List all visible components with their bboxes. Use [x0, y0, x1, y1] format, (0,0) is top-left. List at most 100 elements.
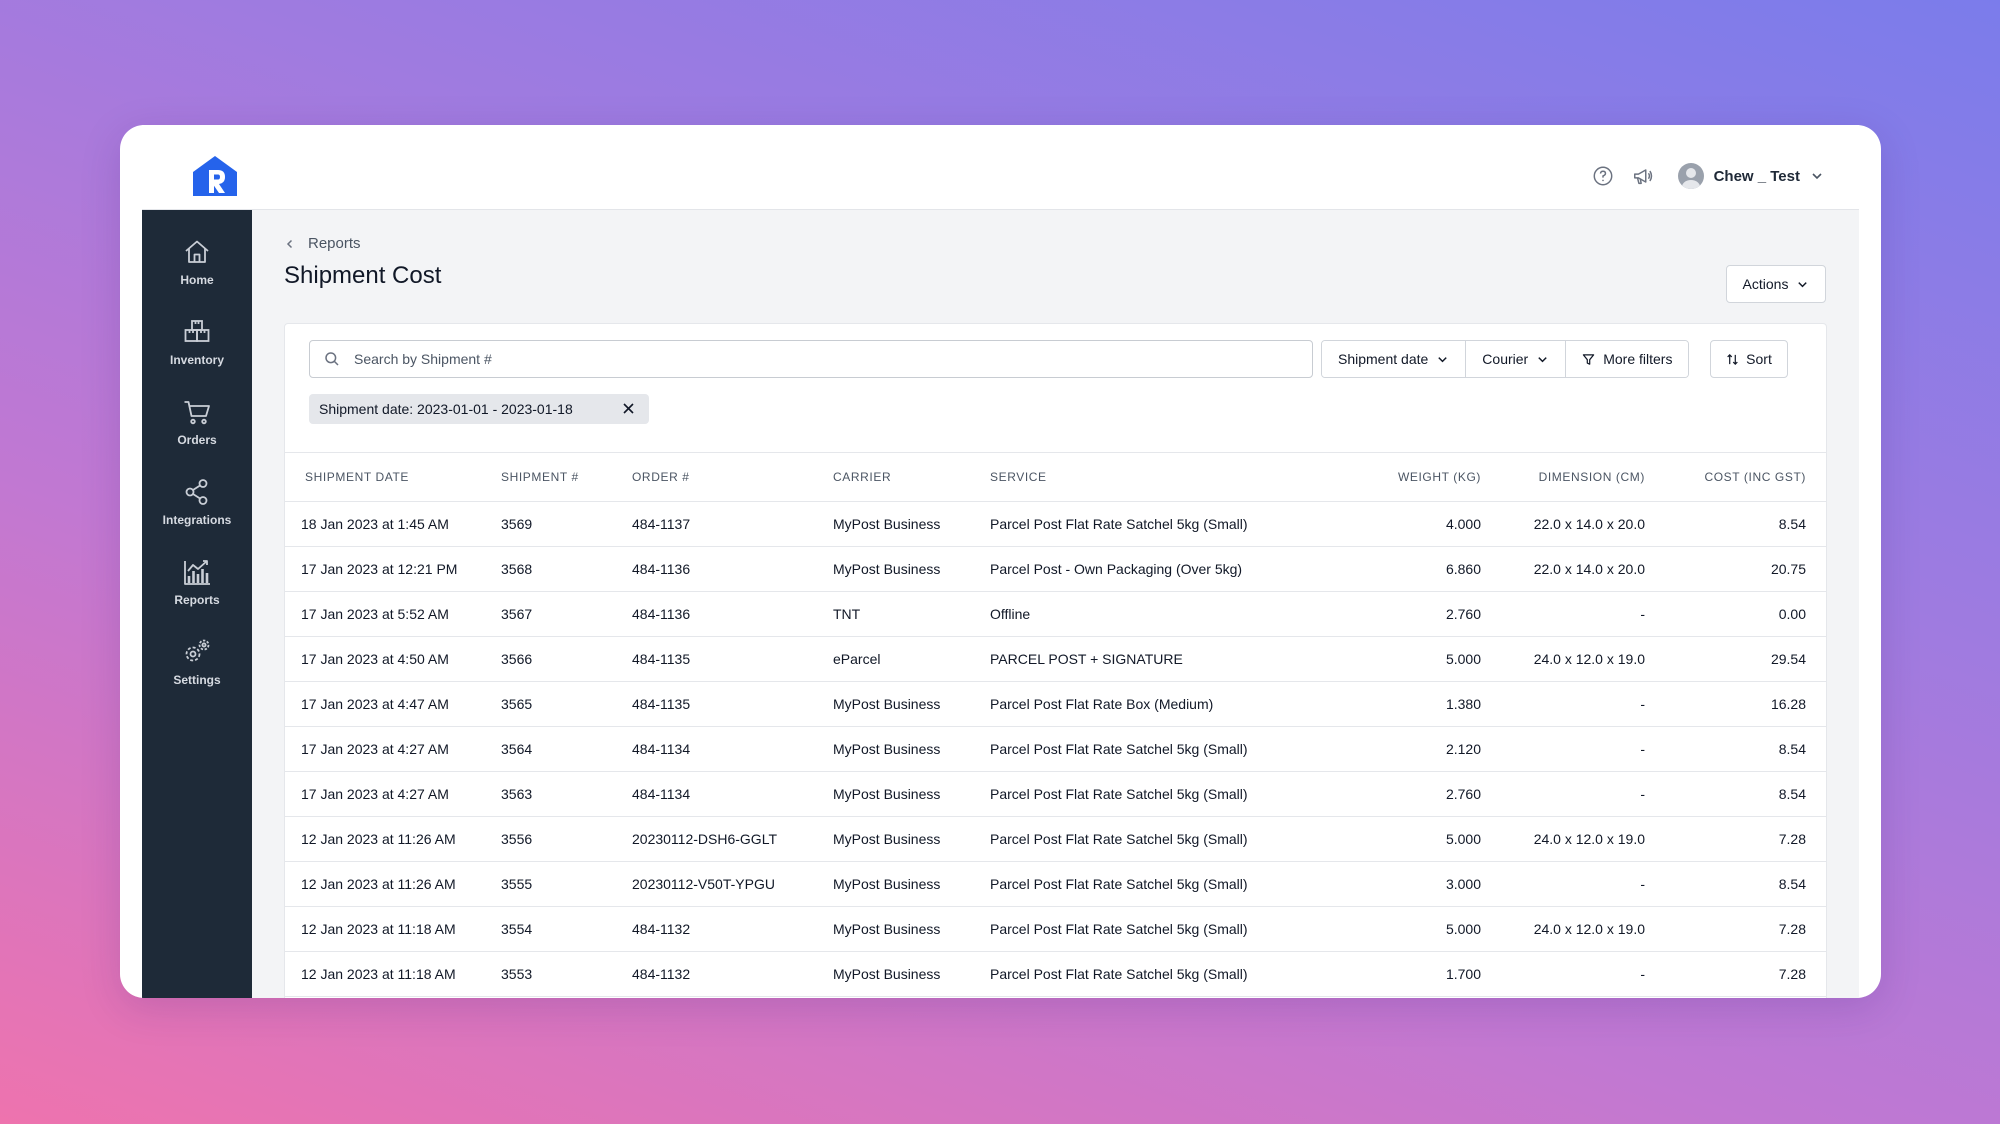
cell-carrier: MyPost Business: [833, 816, 990, 862]
sidebar-item-label: Settings: [173, 673, 221, 687]
table-row[interactable]: 12 Jan 2023 at 11:26 AM 3556 20230112-DSH6…: [285, 816, 1826, 862]
cell-carrier: MyPost Business: [833, 951, 990, 997]
shipment-table: SHIPMENT DATE SHIPMENT # ORDER # CARRIER…: [285, 452, 1826, 997]
column-header-service[interactable]: SERVICE: [990, 453, 1347, 502]
sort-button[interactable]: Sort: [1710, 340, 1788, 378]
sidebar-item-label: Reports: [174, 593, 220, 607]
sidebar: Home Inventory Orders Integrations Repor…: [142, 210, 252, 998]
more-filters-button[interactable]: More filters: [1566, 341, 1689, 377]
cell-shipment-date: 18 Jan 2023 at 1:45 AM: [285, 501, 501, 547]
courier-filter-label: Courier: [1482, 351, 1529, 367]
table-row[interactable]: 17 Jan 2023 at 12:21 PM 3568 484-1136 MyPos…: [285, 546, 1826, 592]
cell-cost: 29.54: [1645, 636, 1826, 682]
column-header-shipment-date[interactable]: SHIPMENT DATE: [285, 453, 501, 502]
cell-dimension: -: [1481, 726, 1645, 772]
cell-shipment-date: 17 Jan 2023 at 4:47 AM: [285, 681, 501, 727]
help-icon[interactable]: [1592, 165, 1614, 187]
courier-filter-button[interactable]: Courier: [1466, 341, 1567, 377]
cell-cost: 7.28: [1645, 816, 1826, 862]
cell-shipment-date: 17 Jan 2023 at 4:27 AM: [285, 726, 501, 772]
table-row[interactable]: 17 Jan 2023 at 4:47 AM 3565 484-1135 MyPost…: [285, 681, 1826, 727]
sort-arrows-icon: [1727, 353, 1738, 365]
announcements-megaphone-icon[interactable]: [1632, 165, 1654, 187]
cell-weight: 2.120: [1347, 726, 1481, 772]
cell-service: Parcel Post Flat Rate Satchel 5kg (Small…: [990, 726, 1347, 772]
table-row[interactable]: 12 Jan 2023 at 11:18 AM 3553 484-1132 MyPos…: [285, 951, 1826, 997]
cell-carrier: MyPost Business: [833, 861, 990, 907]
cell-shipment-number: 3564: [501, 726, 632, 772]
sidebar-item-reports[interactable]: Reports: [142, 557, 252, 623]
table-row[interactable]: 18 Jan 2023 at 1:45 AM 3569 484-1137 MyPost…: [285, 501, 1826, 547]
cell-carrier: MyPost Business: [833, 726, 990, 772]
cell-dimension: 24.0 x 12.0 x 19.0: [1481, 816, 1645, 862]
cell-service: Parcel Post Flat Rate Satchel 5kg (Small…: [990, 906, 1347, 952]
cell-order-number: 484-1134: [632, 771, 833, 817]
cell-cost: 8.54: [1645, 861, 1826, 907]
share-icon: [185, 479, 208, 505]
gears-icon: [185, 639, 210, 662]
user-silhouette-icon: [1681, 168, 1700, 189]
cell-carrier: MyPost Business: [833, 771, 990, 817]
cell-dimension: 24.0 x 12.0 x 19.0: [1481, 636, 1645, 682]
cell-service: Parcel Post Flat Rate Satchel 5kg (Small…: [990, 951, 1347, 997]
column-header-carrier[interactable]: CARRIER: [833, 453, 990, 502]
breadcrumb-link-reports[interactable]: Reports: [308, 235, 361, 252]
cell-weight: 1.380: [1347, 681, 1481, 727]
sidebar-item-orders[interactable]: Orders: [142, 397, 252, 463]
column-header-weight[interactable]: WEIGHT (KG): [1347, 453, 1481, 502]
breadcrumb[interactable]: Reports: [284, 235, 361, 252]
column-header-dimension[interactable]: DIMENSION (CM): [1481, 453, 1645, 502]
sidebar-item-integrations[interactable]: Integrations: [142, 477, 252, 543]
cell-dimension: -: [1481, 861, 1645, 907]
cell-weight: 1.700: [1347, 951, 1481, 997]
actions-button[interactable]: Actions: [1726, 265, 1826, 303]
cell-cost: 8.54: [1645, 771, 1826, 817]
sidebar-item-label: Orders: [177, 433, 217, 447]
cell-dimension: 22.0 x 14.0 x 20.0: [1481, 546, 1645, 592]
column-header-cost[interactable]: COST (INC GST): [1645, 453, 1826, 502]
cell-order-number: 484-1136: [632, 546, 833, 592]
more-filters-label: More filters: [1603, 351, 1673, 367]
cell-service: PARCEL POST + SIGNATURE: [990, 636, 1347, 682]
shipment-date-filter-button[interactable]: Shipment date: [1322, 341, 1467, 377]
cell-shipment-date: 12 Jan 2023 at 11:26 AM: [285, 816, 501, 862]
cell-order-number: 484-1136: [632, 591, 833, 637]
cell-order-number: 20230112-DSH6-GGLT: [632, 816, 833, 862]
cell-carrier: MyPost Business: [833, 501, 990, 547]
sort-label: Sort: [1746, 351, 1772, 367]
search-box[interactable]: [309, 340, 1313, 378]
cell-shipment-number: 3566: [501, 636, 632, 682]
search-input[interactable]: [352, 350, 1256, 368]
table-row[interactable]: 17 Jan 2023 at 5:52 AM 3567 484-1136 TNT Off…: [285, 591, 1826, 637]
user-menu[interactable]: Chew _ Test: [1677, 163, 1824, 189]
sidebar-item-inventory[interactable]: Inventory: [142, 317, 252, 383]
sidebar-item-settings[interactable]: Settings: [142, 637, 252, 703]
chevron-down-icon: [1812, 173, 1822, 180]
cell-shipment-number: 3554: [501, 906, 632, 952]
cell-weight: 3.000: [1347, 861, 1481, 907]
cell-shipment-date: 17 Jan 2023 at 5:52 AM: [285, 591, 501, 637]
cell-cost: 7.28: [1645, 906, 1826, 952]
filter-chip-label: Shipment date: 2023-01-01 - 2023-01-18: [319, 401, 573, 417]
user-name: Chew _ Test: [1713, 167, 1800, 185]
column-header-order-number[interactable]: ORDER #: [632, 453, 833, 502]
chevron-down-icon: [1538, 356, 1547, 362]
table-row[interactable]: 12 Jan 2023 at 11:26 AM 3555 20230112-V50T…: [285, 861, 1826, 907]
brand-logo-icon[interactable]: [192, 155, 238, 197]
top-bar: Chew _ Test: [142, 125, 1859, 210]
table-row[interactable]: 12 Jan 2023 at 11:18 AM 3554 484-1132 MyPos…: [285, 906, 1826, 952]
cell-service: Parcel Post Flat Rate Satchel 5kg (Small…: [990, 771, 1347, 817]
cell-shipment-date: 12 Jan 2023 at 11:18 AM: [285, 906, 501, 952]
cell-shipment-number: 3553: [501, 951, 632, 997]
cell-service: Parcel Post - Own Packaging (Over 5kg): [990, 546, 1347, 592]
column-header-shipment-number[interactable]: SHIPMENT #: [501, 453, 632, 502]
table-row[interactable]: 17 Jan 2023 at 4:27 AM 3563 484-1134 MyPost…: [285, 771, 1826, 817]
cell-shipment-number: 3569: [501, 501, 632, 547]
search-icon: [325, 352, 339, 366]
cell-dimension: -: [1481, 771, 1645, 817]
table-row[interactable]: 17 Jan 2023 at 4:50 AM 3566 484-1135 eParce…: [285, 636, 1826, 682]
sidebar-item-home[interactable]: Home: [142, 237, 252, 303]
table-row[interactable]: 17 Jan 2023 at 4:27 AM 3564 484-1134 MyPost…: [285, 726, 1826, 772]
cell-service: Parcel Post Flat Rate Box (Medium): [990, 681, 1347, 727]
close-icon[interactable]: [622, 402, 635, 415]
